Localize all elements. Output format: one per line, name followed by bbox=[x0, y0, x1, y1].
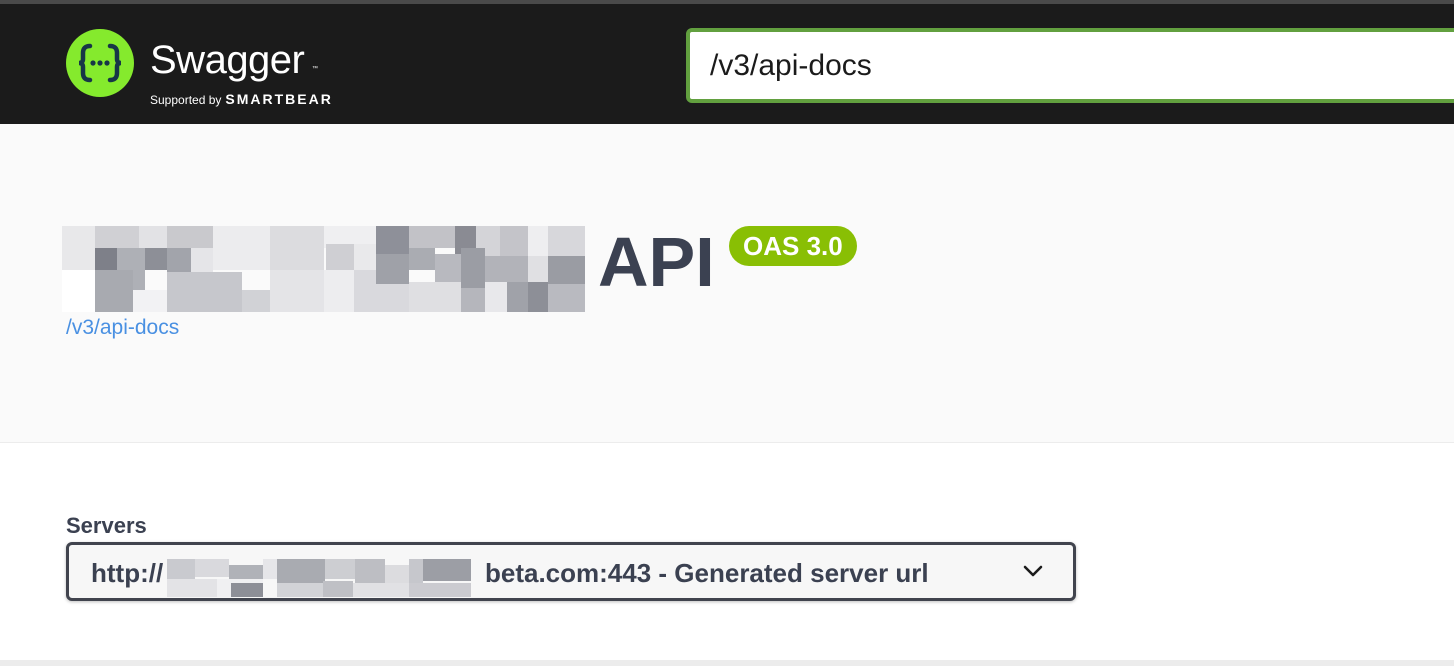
server-url-prefix: http:// bbox=[91, 558, 164, 588]
api-title: API bbox=[598, 223, 715, 301]
logo-brand: SMARTBEAR bbox=[225, 91, 333, 107]
logo-tagline: Supported by SMARTBEAR bbox=[150, 91, 333, 107]
server-url-suffix: beta.com:443 - Generated server url bbox=[485, 558, 929, 588]
spec-url-input[interactable] bbox=[686, 28, 1454, 103]
section-divider bbox=[0, 660, 1454, 666]
chevron-down-icon bbox=[1022, 563, 1044, 584]
logo-wordmark: Swagger bbox=[150, 38, 305, 82]
servers-label: Servers bbox=[66, 513, 147, 538]
oas-version-badge: OAS 3.0 bbox=[729, 226, 857, 266]
redacted-server-host bbox=[167, 559, 483, 597]
swagger-braces-icon bbox=[66, 29, 134, 97]
swagger-logo[interactable]: Swagger ™ Supported by SMARTBEAR bbox=[66, 26, 366, 107]
logo-supported-by: Supported by bbox=[150, 93, 222, 107]
servers-select[interactable]: http:// beta.com:443 - Generated server … bbox=[66, 542, 1076, 601]
logo-trademark: ™ bbox=[312, 66, 318, 72]
spec-url-link[interactable]: /v3/api-docs bbox=[66, 316, 179, 340]
topbar: Swagger ™ Supported by SMARTBEAR bbox=[0, 4, 1454, 124]
redacted-title bbox=[62, 226, 585, 312]
